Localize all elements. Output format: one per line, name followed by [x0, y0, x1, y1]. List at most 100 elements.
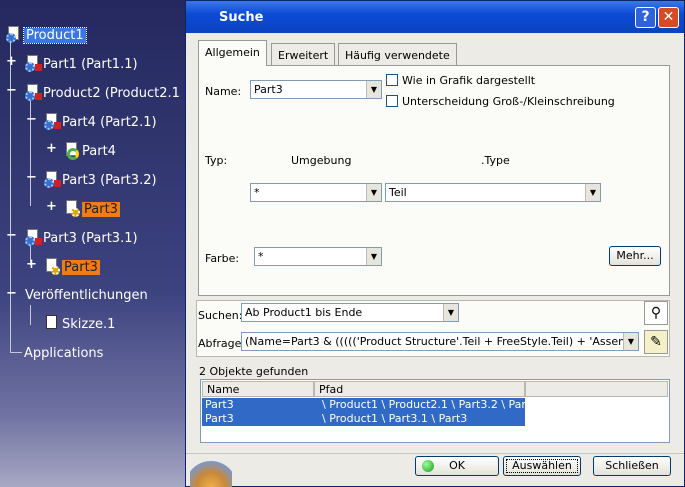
results-list: Name Pfad Part3 \ Product1 \ Product2.1 … — [200, 379, 670, 443]
tree-item-part3-found-2[interactable]: Part3 — [44, 257, 100, 277]
tab-panel: Name: Part3 ▼ Wie in Grafik dargestellt … — [196, 40, 670, 296]
more-button[interactable]: Mehr... — [609, 246, 661, 266]
type-value: Teil — [389, 186, 407, 199]
binoculars-icon[interactable]: ⚲ — [644, 301, 668, 325]
column-header-name[interactable]: Name — [202, 381, 314, 397]
tree-line — [30, 305, 31, 325]
sketch-icon — [44, 315, 60, 333]
name-label: Name: — [205, 85, 242, 98]
product-icon — [6, 26, 22, 44]
graphic-checkbox[interactable] — [386, 74, 398, 86]
found-count-label: 2 Objekte gefunden — [199, 365, 309, 378]
close-icon[interactable]: ✕ — [658, 7, 679, 28]
chevron-down-icon[interactable]: ▼ — [443, 304, 458, 321]
expand-plus-icon[interactable]: + — [46, 200, 57, 213]
tree-item-part1[interactable]: Part1 (Part1.1) — [25, 54, 138, 74]
tree-item-label: Part3 — [82, 201, 120, 217]
column-header-empty — [525, 381, 668, 397]
tree-item-sketch[interactable]: Skizze.1 — [44, 314, 115, 334]
collapse-minus-icon[interactable]: − — [26, 171, 37, 184]
ok-button[interactable]: OK — [415, 456, 499, 476]
expand-plus-icon[interactable]: + — [26, 258, 37, 271]
expand-plus-icon[interactable]: + — [6, 55, 17, 68]
collapse-minus-icon[interactable]: − — [6, 229, 17, 242]
tree-line — [10, 352, 22, 353]
search-dialog: Suche ? ✕ Name: Part3 ▼ Wie in Grafik da… — [185, 0, 685, 487]
query-label: Abfrage: — [198, 337, 246, 350]
close-button[interactable]: Schließen — [593, 456, 671, 476]
tree-item-product2[interactable]: Product2 (Product2.1 — [25, 83, 180, 103]
environment-value: * — [254, 186, 260, 199]
part-body-icon — [64, 200, 80, 218]
name-combo[interactable]: Part3 ▼ — [250, 80, 382, 99]
search-scope-value: Ab Product1 bis Ende — [245, 306, 363, 319]
result-path: \ Product1 \ Part3.1 \ Part3 — [322, 412, 468, 425]
type-combo[interactable]: Teil ▼ — [385, 183, 601, 202]
part-icon — [25, 55, 42, 73]
color-combo[interactable]: * ▼ — [254, 247, 382, 266]
search-scope-combo[interactable]: Ab Product1 bis Ende ▼ — [241, 303, 459, 322]
tab-allgemein[interactable]: Allgemein — [198, 40, 267, 66]
tree-item-label: Product2 (Product2.1 — [43, 85, 180, 101]
chevron-down-icon[interactable]: ▼ — [366, 248, 381, 265]
tree-item-part3-instance-1[interactable]: Part3 (Part3.1) — [25, 228, 138, 248]
query-combo[interactable]: (Name=Part3 & ((((('Product Structure'.T… — [241, 332, 639, 351]
tree-item-part3-instance-2[interactable]: Part3 (Part3.2) — [44, 170, 157, 190]
tab-haeufig-verwendete[interactable]: Häufig verwendete — [338, 43, 457, 65]
column-header-path[interactable]: Pfad — [314, 381, 525, 397]
part-icon — [25, 229, 42, 247]
tree-item-label: Part4 (Part2.1) — [62, 114, 157, 130]
case-checkbox-label: Unterscheidung Groß-/Kleinschreibung — [402, 95, 615, 108]
chevron-down-icon[interactable]: ▼ — [623, 333, 638, 350]
part-body-icon — [64, 142, 80, 160]
chevron-down-icon[interactable]: ▼ — [366, 81, 381, 98]
name-value: Part3 — [254, 83, 283, 96]
chevron-down-icon[interactable]: ▼ — [585, 184, 600, 201]
tree-item-publications[interactable]: Veröffentlichungen — [25, 285, 148, 305]
select-button[interactable]: Auswählen — [503, 456, 581, 476]
tree-item-part4[interactable]: Part4 — [64, 141, 116, 161]
tree-item-label: Applications — [24, 345, 104, 361]
tree-item-part4-instance[interactable]: Part4 (Part2.1) — [44, 112, 157, 132]
table-row[interactable]: Part3 \ Product1 \ Product2.1 \ Part3.2 … — [202, 398, 537, 412]
tab-content-allgemein: Name: Part3 ▼ Wie in Grafik dargestellt … — [198, 65, 670, 296]
dialog-titlebar[interactable]: Suche — [186, 1, 684, 33]
part-body-icon — [44, 258, 60, 276]
tree-item-label: Part3 — [62, 259, 100, 275]
specification-tree: Product1 + Part1 (Part1.1) − Product2 (P… — [0, 0, 190, 487]
separator — [186, 453, 684, 454]
query-value: (Name=Part3 & ((((('Product Structure'.T… — [245, 335, 639, 348]
tree-item-label: Product1 — [23, 26, 87, 44]
help-button[interactable]: ? — [635, 7, 656, 28]
search-label: Suchen: — [198, 309, 243, 322]
decorative-globe-icon — [190, 457, 232, 487]
tree-item-label: Part3 (Part3.2) — [62, 172, 157, 188]
tree-item-label: Part1 (Part1.1) — [43, 56, 138, 72]
tree-item-applications[interactable]: Applications — [24, 343, 103, 363]
environment-label: Umgebung — [291, 154, 352, 167]
environment-combo[interactable]: * ▼ — [250, 183, 382, 202]
query-edit-icon[interactable]: ✎ — [644, 330, 668, 354]
part-icon — [44, 113, 61, 131]
graphic-checkbox-label: Wie in Grafik dargestellt — [402, 74, 536, 87]
tree-item-label: Part3 (Part3.1) — [43, 230, 138, 246]
chevron-down-icon[interactable]: ▼ — [366, 184, 381, 201]
type-label: Typ: — [205, 154, 228, 167]
result-path: \ Product1 \ Product2.1 \ Part3.2 \ Part… — [322, 398, 538, 411]
tree-item-part3-found-1[interactable]: Part3 — [64, 199, 120, 219]
collapse-minus-icon[interactable]: − — [26, 113, 37, 126]
tree-item-label: Veröffentlichungen — [25, 287, 148, 303]
tree-item-root[interactable]: Product1 — [6, 25, 87, 45]
product-icon — [25, 84, 42, 102]
tab-erweitert[interactable]: Erweitert — [271, 43, 336, 65]
green-light-icon — [422, 460, 434, 472]
ok-button-label: OK — [449, 459, 465, 472]
type-column-label: .Type — [481, 154, 510, 167]
collapse-minus-icon[interactable]: − — [6, 84, 17, 97]
collapse-minus-icon[interactable]: − — [6, 287, 17, 300]
part-icon — [44, 171, 61, 189]
expand-plus-icon[interactable]: + — [46, 142, 57, 155]
case-checkbox[interactable] — [386, 95, 398, 107]
table-row[interactable]: Part3 \ Product1 \ Part3.1 \ Part3 — [202, 412, 525, 426]
color-label: Farbe: — [205, 252, 240, 265]
